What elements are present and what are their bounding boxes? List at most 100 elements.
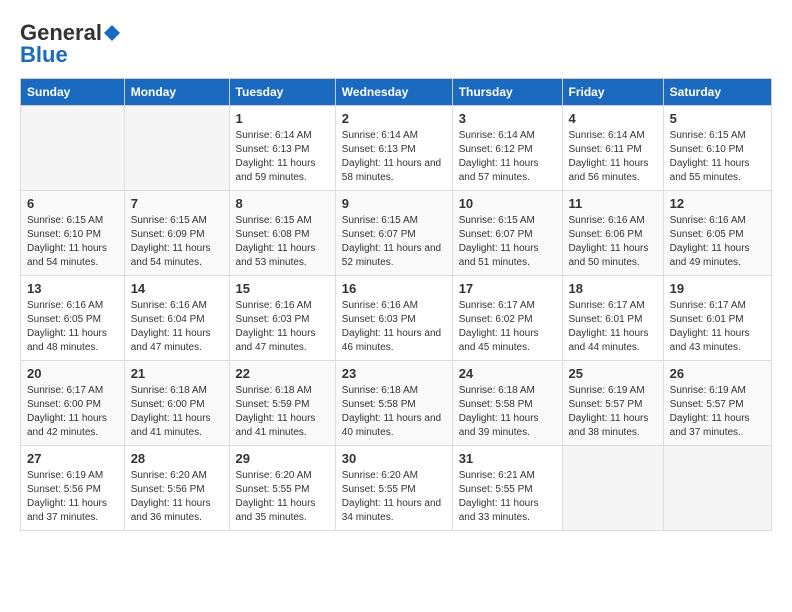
calendar-cell: 8 Sunrise: 6:15 AMSunset: 6:08 PMDayligh… <box>229 191 335 276</box>
week-row-2: 6 Sunrise: 6:15 AMSunset: 6:10 PMDayligh… <box>21 191 772 276</box>
day-info: Sunrise: 6:14 AMSunset: 6:13 PMDaylight:… <box>342 129 446 185</box>
day-number: 27 <box>27 451 118 466</box>
day-info: Sunrise: 6:19 AMSunset: 5:57 PMDaylight:… <box>569 384 657 440</box>
day-number: 8 <box>236 196 329 211</box>
day-info: Sunrise: 6:16 AMSunset: 6:04 PMDaylight:… <box>131 299 223 355</box>
day-number: 1 <box>236 111 329 126</box>
calendar-cell: 11 Sunrise: 6:16 AMSunset: 6:06 PMDaylig… <box>562 191 663 276</box>
day-number: 3 <box>459 111 556 126</box>
calendar-cell <box>663 446 771 531</box>
calendar-cell: 2 Sunrise: 6:14 AMSunset: 6:13 PMDayligh… <box>335 106 452 191</box>
day-info: Sunrise: 6:18 AMSunset: 5:58 PMDaylight:… <box>342 384 446 440</box>
day-info: Sunrise: 6:15 AMSunset: 6:07 PMDaylight:… <box>459 214 556 270</box>
day-number: 5 <box>670 111 765 126</box>
day-number: 30 <box>342 451 446 466</box>
calendar-cell: 13 Sunrise: 6:16 AMSunset: 6:05 PMDaylig… <box>21 276 125 361</box>
calendar-cell: 12 Sunrise: 6:16 AMSunset: 6:05 PMDaylig… <box>663 191 771 276</box>
calendar-cell: 25 Sunrise: 6:19 AMSunset: 5:57 PMDaylig… <box>562 361 663 446</box>
calendar-cell <box>21 106 125 191</box>
column-header-thursday: Thursday <box>452 79 562 106</box>
calendar-cell: 20 Sunrise: 6:17 AMSunset: 6:00 PMDaylig… <box>21 361 125 446</box>
calendar-cell: 21 Sunrise: 6:18 AMSunset: 6:00 PMDaylig… <box>124 361 229 446</box>
calendar-cell: 28 Sunrise: 6:20 AMSunset: 5:56 PMDaylig… <box>124 446 229 531</box>
day-number: 23 <box>342 366 446 381</box>
logo: General Blue <box>20 20 122 68</box>
week-row-5: 27 Sunrise: 6:19 AMSunset: 5:56 PMDaylig… <box>21 446 772 531</box>
day-number: 26 <box>670 366 765 381</box>
day-info: Sunrise: 6:14 AMSunset: 6:12 PMDaylight:… <box>459 129 556 185</box>
day-number: 15 <box>236 281 329 296</box>
day-info: Sunrise: 6:18 AMSunset: 5:59 PMDaylight:… <box>236 384 329 440</box>
page-header: General Blue <box>20 20 772 68</box>
day-number: 16 <box>342 281 446 296</box>
day-number: 25 <box>569 366 657 381</box>
day-info: Sunrise: 6:16 AMSunset: 6:03 PMDaylight:… <box>342 299 446 355</box>
day-info: Sunrise: 6:20 AMSunset: 5:55 PMDaylight:… <box>236 469 329 525</box>
day-info: Sunrise: 6:16 AMSunset: 6:03 PMDaylight:… <box>236 299 329 355</box>
calendar-cell <box>562 446 663 531</box>
calendar-cell: 27 Sunrise: 6:19 AMSunset: 5:56 PMDaylig… <box>21 446 125 531</box>
calendar-cell: 23 Sunrise: 6:18 AMSunset: 5:58 PMDaylig… <box>335 361 452 446</box>
day-info: Sunrise: 6:16 AMSunset: 6:05 PMDaylight:… <box>670 214 765 270</box>
day-info: Sunrise: 6:15 AMSunset: 6:08 PMDaylight:… <box>236 214 329 270</box>
day-info: Sunrise: 6:16 AMSunset: 6:05 PMDaylight:… <box>27 299 118 355</box>
day-number: 12 <box>670 196 765 211</box>
calendar-cell: 22 Sunrise: 6:18 AMSunset: 5:59 PMDaylig… <box>229 361 335 446</box>
header-row: SundayMondayTuesdayWednesdayThursdayFrid… <box>21 79 772 106</box>
logo-blue: Blue <box>20 42 68 68</box>
day-number: 31 <box>459 451 556 466</box>
day-info: Sunrise: 6:17 AMSunset: 6:01 PMDaylight:… <box>670 299 765 355</box>
calendar-cell: 1 Sunrise: 6:14 AMSunset: 6:13 PMDayligh… <box>229 106 335 191</box>
week-row-1: 1 Sunrise: 6:14 AMSunset: 6:13 PMDayligh… <box>21 106 772 191</box>
day-info: Sunrise: 6:18 AMSunset: 6:00 PMDaylight:… <box>131 384 223 440</box>
day-number: 22 <box>236 366 329 381</box>
day-info: Sunrise: 6:20 AMSunset: 5:56 PMDaylight:… <box>131 469 223 525</box>
day-number: 10 <box>459 196 556 211</box>
day-number: 19 <box>670 281 765 296</box>
calendar-cell: 31 Sunrise: 6:21 AMSunset: 5:55 PMDaylig… <box>452 446 562 531</box>
column-header-saturday: Saturday <box>663 79 771 106</box>
calendar-cell: 16 Sunrise: 6:16 AMSunset: 6:03 PMDaylig… <box>335 276 452 361</box>
calendar-cell: 26 Sunrise: 6:19 AMSunset: 5:57 PMDaylig… <box>663 361 771 446</box>
calendar-cell <box>124 106 229 191</box>
day-number: 21 <box>131 366 223 381</box>
day-number: 11 <box>569 196 657 211</box>
day-number: 18 <box>569 281 657 296</box>
day-info: Sunrise: 6:15 AMSunset: 6:09 PMDaylight:… <box>131 214 223 270</box>
day-info: Sunrise: 6:17 AMSunset: 6:01 PMDaylight:… <box>569 299 657 355</box>
day-info: Sunrise: 6:15 AMSunset: 6:07 PMDaylight:… <box>342 214 446 270</box>
day-number: 13 <box>27 281 118 296</box>
column-header-monday: Monday <box>124 79 229 106</box>
day-info: Sunrise: 6:19 AMSunset: 5:57 PMDaylight:… <box>670 384 765 440</box>
column-header-sunday: Sunday <box>21 79 125 106</box>
day-info: Sunrise: 6:14 AMSunset: 6:11 PMDaylight:… <box>569 129 657 185</box>
day-number: 20 <box>27 366 118 381</box>
calendar-cell: 30 Sunrise: 6:20 AMSunset: 5:55 PMDaylig… <box>335 446 452 531</box>
day-info: Sunrise: 6:17 AMSunset: 6:02 PMDaylight:… <box>459 299 556 355</box>
day-number: 14 <box>131 281 223 296</box>
calendar-cell: 24 Sunrise: 6:18 AMSunset: 5:58 PMDaylig… <box>452 361 562 446</box>
calendar-cell: 19 Sunrise: 6:17 AMSunset: 6:01 PMDaylig… <box>663 276 771 361</box>
calendar-cell: 14 Sunrise: 6:16 AMSunset: 6:04 PMDaylig… <box>124 276 229 361</box>
calendar-cell: 4 Sunrise: 6:14 AMSunset: 6:11 PMDayligh… <box>562 106 663 191</box>
day-number: 29 <box>236 451 329 466</box>
day-number: 24 <box>459 366 556 381</box>
day-number: 17 <box>459 281 556 296</box>
column-header-tuesday: Tuesday <box>229 79 335 106</box>
day-number: 4 <box>569 111 657 126</box>
day-number: 2 <box>342 111 446 126</box>
day-info: Sunrise: 6:21 AMSunset: 5:55 PMDaylight:… <box>459 469 556 525</box>
day-info: Sunrise: 6:14 AMSunset: 6:13 PMDaylight:… <box>236 129 329 185</box>
calendar-cell: 15 Sunrise: 6:16 AMSunset: 6:03 PMDaylig… <box>229 276 335 361</box>
calendar-cell: 6 Sunrise: 6:15 AMSunset: 6:10 PMDayligh… <box>21 191 125 276</box>
day-number: 7 <box>131 196 223 211</box>
day-info: Sunrise: 6:18 AMSunset: 5:58 PMDaylight:… <box>459 384 556 440</box>
calendar-table: SundayMondayTuesdayWednesdayThursdayFrid… <box>20 78 772 531</box>
calendar-cell: 17 Sunrise: 6:17 AMSunset: 6:02 PMDaylig… <box>452 276 562 361</box>
calendar-cell: 5 Sunrise: 6:15 AMSunset: 6:10 PMDayligh… <box>663 106 771 191</box>
calendar-cell: 29 Sunrise: 6:20 AMSunset: 5:55 PMDaylig… <box>229 446 335 531</box>
day-number: 6 <box>27 196 118 211</box>
logo-icon <box>103 24 121 42</box>
calendar-cell: 7 Sunrise: 6:15 AMSunset: 6:09 PMDayligh… <box>124 191 229 276</box>
calendar-cell: 10 Sunrise: 6:15 AMSunset: 6:07 PMDaylig… <box>452 191 562 276</box>
